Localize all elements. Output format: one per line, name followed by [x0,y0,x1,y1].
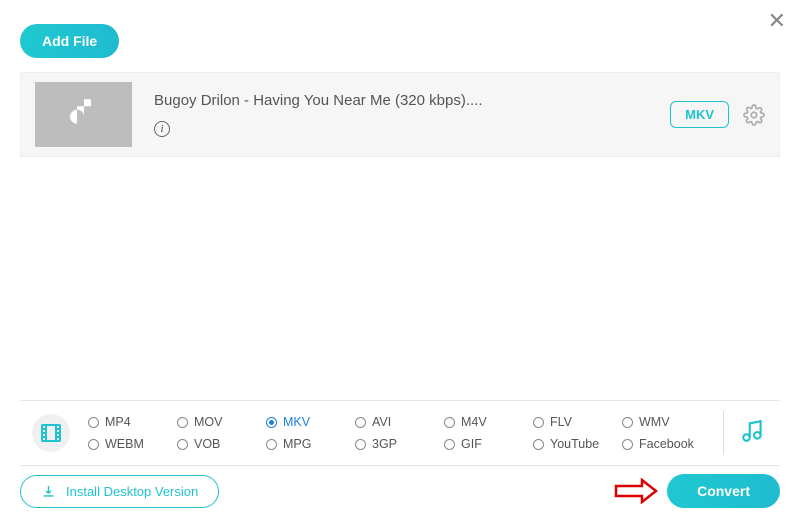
file-meta: Bugoy Drilon - Having You Near Me (320 k… [132,92,670,137]
radio-icon [88,439,99,450]
format-option-m4v[interactable]: M4V [444,415,527,429]
format-label: MP4 [105,415,131,429]
footer: Install Desktop Version Convert [20,474,780,508]
format-option-mpg[interactable]: MPG [266,437,349,451]
format-option-3gp[interactable]: 3GP [355,437,438,451]
gear-icon[interactable] [743,104,765,126]
format-label: GIF [461,437,482,451]
radio-icon [177,417,188,428]
radio-icon [533,417,544,428]
format-option-wmv[interactable]: WMV [622,415,705,429]
format-option-mp4[interactable]: MP4 [88,415,171,429]
radio-icon [88,417,99,428]
format-label: MKV [283,415,310,429]
download-icon [41,484,56,499]
format-label: M4V [461,415,487,429]
audio-category-icon[interactable] [740,418,766,449]
info-icon[interactable]: i [154,121,170,137]
format-option-avi[interactable]: AVI [355,415,438,429]
format-option-gif[interactable]: GIF [444,437,527,451]
convert-button[interactable]: Convert [667,474,780,508]
video-category-icon[interactable] [32,414,70,452]
format-label: VOB [194,437,220,451]
radio-icon [444,417,455,428]
format-option-flv[interactable]: FLV [533,415,616,429]
radio-icon [622,417,633,428]
format-option-vob[interactable]: VOB [177,437,260,451]
format-option-mov[interactable]: MOV [177,415,260,429]
format-option-webm[interactable]: WEBM [88,437,171,451]
format-label: MPG [283,437,311,451]
install-desktop-button[interactable]: Install Desktop Version [20,475,219,508]
format-option-facebook[interactable]: Facebook [622,437,705,451]
format-label: AVI [372,415,391,429]
radio-icon [177,439,188,450]
format-option-youtube[interactable]: YouTube [533,437,616,451]
format-label: YouTube [550,437,599,451]
format-label: Facebook [639,437,694,451]
radio-icon [355,417,366,428]
annotation-arrow-icon [614,478,658,504]
format-label: MOV [194,415,222,429]
install-label: Install Desktop Version [66,484,198,499]
radio-icon [622,439,633,450]
radio-icon [533,439,544,450]
add-file-button[interactable]: Add File [20,24,119,58]
file-thumbnail [35,82,132,147]
format-label: WMV [639,415,670,429]
radio-icon [444,439,455,450]
format-label: WEBM [105,437,144,451]
format-label: 3GP [372,437,397,451]
formats-bar: MP4 MOV MKV AVI M4V FLV WMV WEBM VOB MPG 3GP GIF You… [20,400,780,466]
file-title: Bugoy Drilon - Having You Near Me (320 k… [154,92,670,109]
close-icon[interactable]: ✕ [768,8,786,34]
format-grid: MP4 MOV MKV AVI M4V FLV WMV WEBM VOB MPG 3GP GIF You… [82,415,711,451]
format-label: FLV [550,415,572,429]
file-row: Bugoy Drilon - Having You Near Me (320 k… [20,72,780,157]
separator [723,411,724,455]
format-option-mkv[interactable]: MKV [266,415,349,429]
file-controls: MKV [670,101,765,128]
radio-icon [266,439,277,450]
radio-icon [355,439,366,450]
radio-icon [266,417,277,428]
format-badge[interactable]: MKV [670,101,729,128]
music-note-icon [63,94,105,136]
